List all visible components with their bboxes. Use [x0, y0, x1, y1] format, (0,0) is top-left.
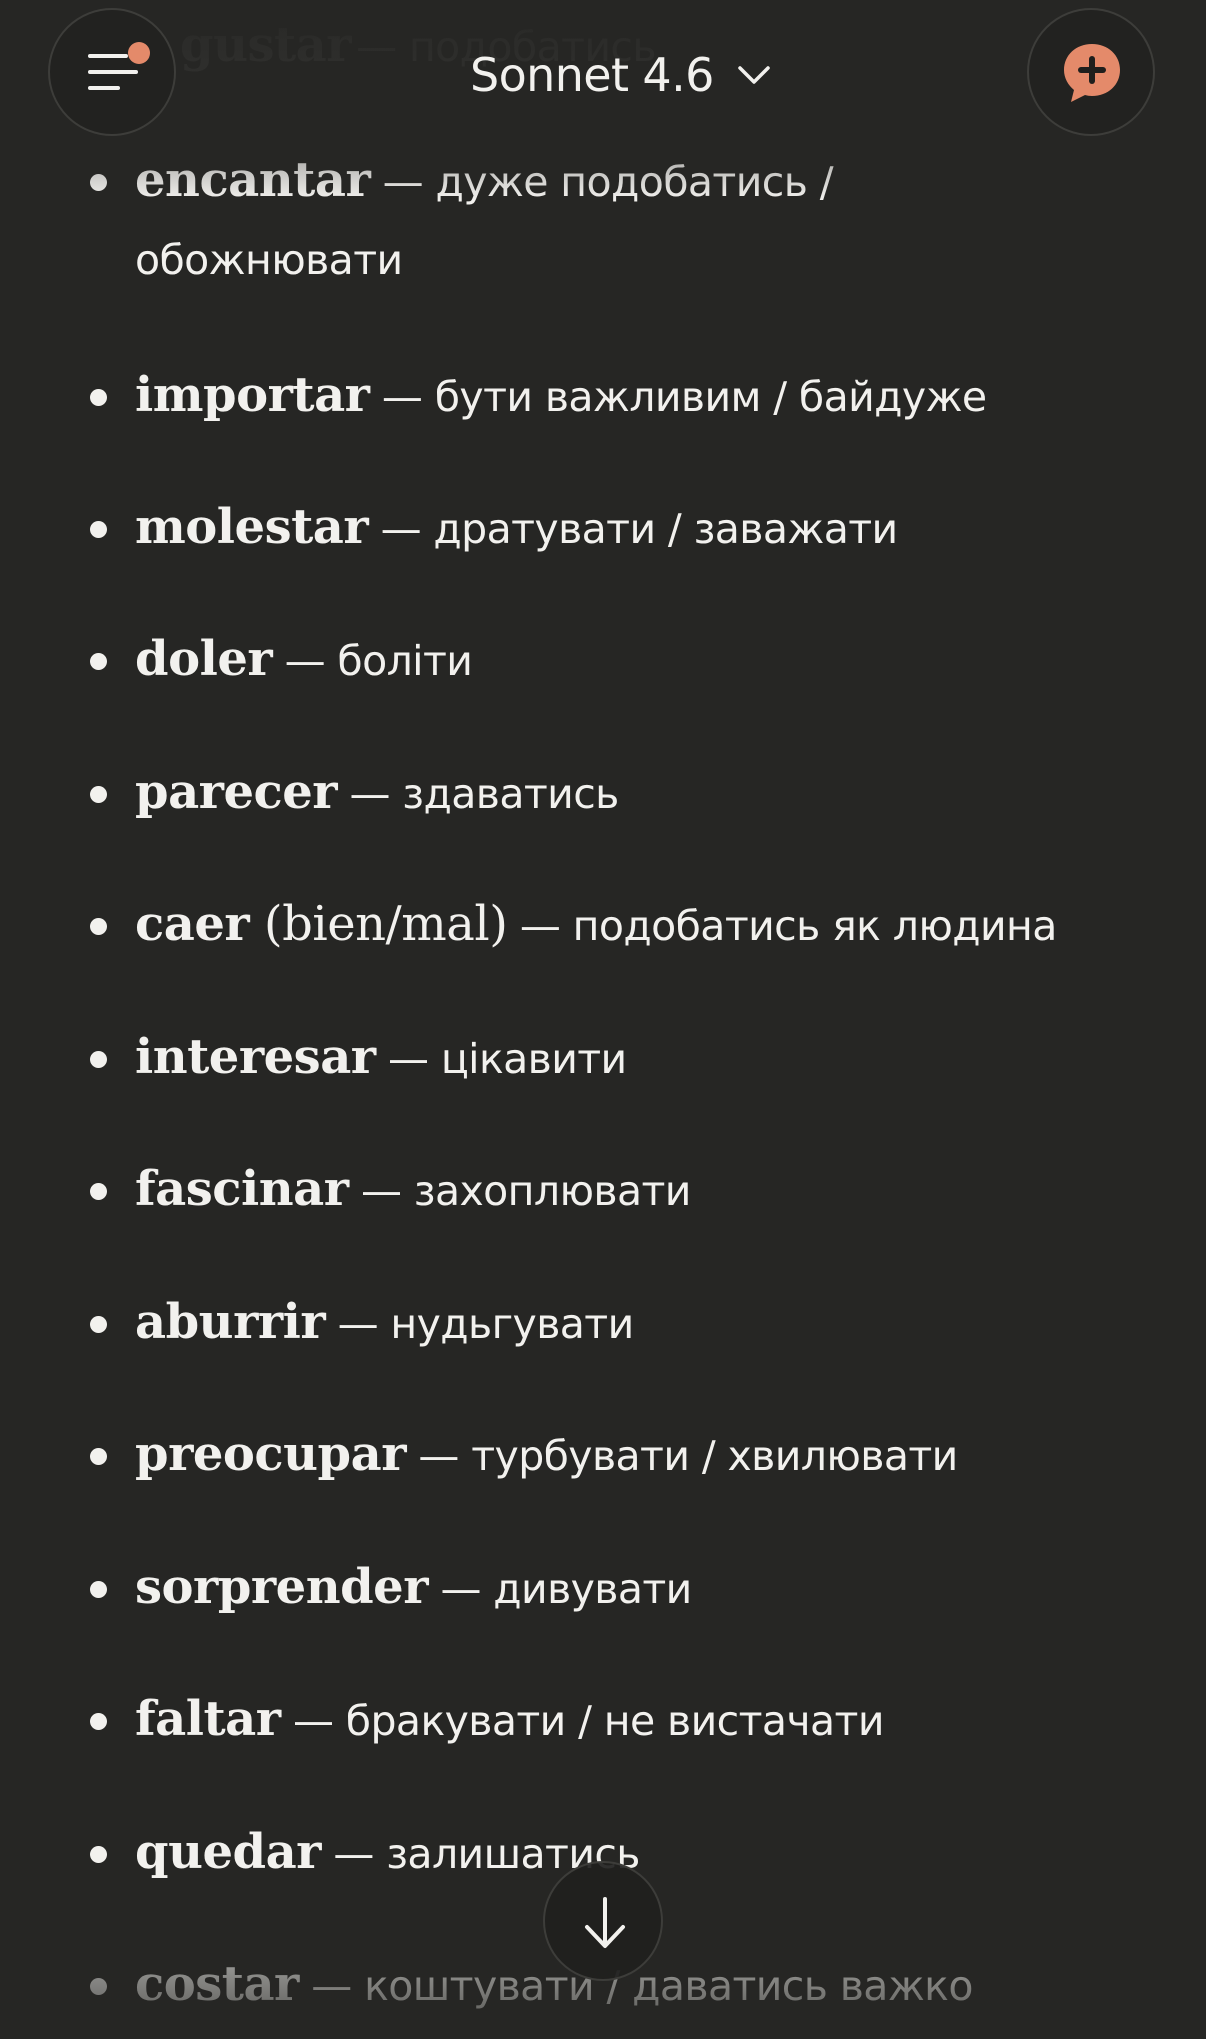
- bullet: [90, 1581, 107, 1598]
- model-name: Sonnet 4.6: [470, 48, 714, 102]
- list-item: aburrir — нудьгувати: [0, 1282, 1206, 1372]
- list-item: doler — боліти: [0, 619, 1206, 709]
- bullet: [90, 918, 107, 935]
- list-item: fascinar — захоплювати: [0, 1149, 1206, 1239]
- verb-term: aburrir: [135, 1294, 326, 1350]
- scroll-down-button[interactable]: [543, 1861, 663, 1981]
- verb-definition: — здаватись: [337, 770, 619, 818]
- list-item: importar — бути важливим / байдуже: [0, 355, 1206, 445]
- notification-dot: [128, 42, 150, 64]
- new-chat-button[interactable]: [1027, 8, 1155, 136]
- list-item: sorprender — дивувати: [0, 1547, 1206, 1637]
- new-chat-plus-icon: [1064, 44, 1120, 102]
- verb-term: preocupar: [135, 1426, 406, 1482]
- verb-term: parecer: [135, 764, 338, 820]
- chevron-down-icon: [738, 66, 770, 84]
- bullet: [90, 786, 107, 803]
- list-item: interesar — цікавити: [0, 1017, 1206, 1107]
- verb-term: importar: [135, 367, 370, 423]
- bullet: [90, 389, 107, 406]
- verb-term: quedar: [135, 1824, 321, 1880]
- verb-term: molestar: [135, 499, 369, 555]
- verb-definition-continued: обожнювати: [135, 236, 403, 284]
- bullet: [90, 1183, 107, 1200]
- bullet: [90, 521, 107, 538]
- list-item: molestar — дратувати / заважати: [0, 487, 1206, 577]
- bullet: [90, 1316, 107, 1333]
- verb-term: costar: [135, 1956, 299, 2012]
- list-item: faltar — бракувати / не вистачати: [0, 1679, 1206, 1769]
- list-item: preocupar — турбувати / хвилювати: [0, 1414, 1206, 1504]
- verb-definition: — бракувати / не вистачати: [280, 1697, 885, 1745]
- bullet: [90, 653, 107, 670]
- top-bar: Sonnet 4.6: [0, 0, 1206, 150]
- verb-term: interesar: [135, 1029, 376, 1085]
- verb-term: encantar: [135, 152, 371, 208]
- verb-term: faltar: [135, 1691, 281, 1747]
- menu-button[interactable]: [48, 8, 176, 136]
- verb-definition: — турбувати / хвилювати: [405, 1432, 958, 1480]
- verb-term: fascinar: [135, 1161, 349, 1217]
- verb-definition: — цікавити: [375, 1035, 627, 1083]
- verb-qualifier: (bien/mal): [249, 896, 508, 952]
- bullet: [90, 174, 107, 191]
- model-selector[interactable]: Sonnet 4.6: [470, 40, 772, 110]
- bullet: [90, 1846, 107, 1863]
- verb-term: caer: [135, 896, 250, 952]
- bullet: [90, 1713, 107, 1730]
- verb-definition: — дуже подобатись /: [370, 158, 834, 206]
- bullet: [90, 1051, 107, 1068]
- verb-definition: — нудьгувати: [325, 1300, 635, 1348]
- verb-definition: — боліти: [272, 637, 473, 685]
- bullet: [90, 1448, 107, 1465]
- verb-term: sorprender: [135, 1559, 429, 1615]
- arrow-down-icon: [585, 1897, 625, 1948]
- verb-definition: — бути важливим / байдуже: [369, 373, 987, 421]
- chat-content: gustar — подобатись encantar — дуже подо…: [0, 0, 1206, 2039]
- list-item: parecer — здаватись: [0, 752, 1206, 842]
- bullet: [90, 1978, 107, 1995]
- verb-definition: — подобатись як людина: [507, 902, 1058, 950]
- list-item: encantar — дуже подобатись / обожнювати: [0, 140, 1206, 310]
- verb-definition: — дратувати / заважати: [368, 505, 899, 553]
- verb-term: doler: [135, 631, 273, 687]
- verb-definition: — дивувати: [428, 1565, 692, 1613]
- list-item: caer (bien/mal) — подобатись як людина: [0, 884, 1206, 974]
- verb-definition: — захоплювати: [348, 1167, 691, 1215]
